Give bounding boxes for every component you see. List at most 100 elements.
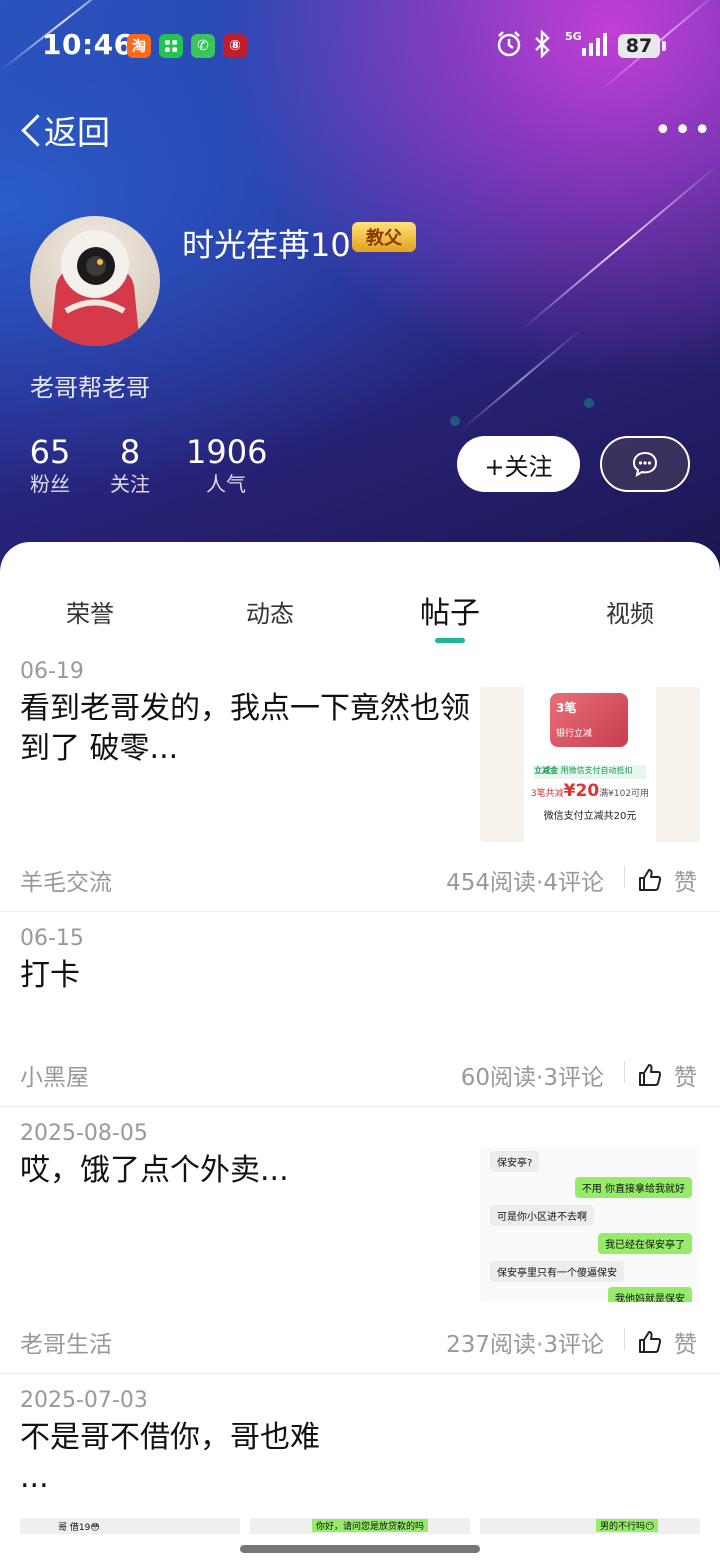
rank-badge[interactable]: 教父	[352, 222, 416, 252]
thumb-amount: ¥20	[563, 781, 600, 801]
camera-avatar-image	[50, 230, 140, 346]
post-image-thumbnail[interactable]: 你好，请问您是放贷款的吗	[250, 1518, 470, 1534]
divider	[624, 1061, 625, 1083]
chevron-left-icon	[20, 112, 40, 148]
post-title-continued: ...	[20, 1460, 49, 1495]
active-tab-indicator	[435, 638, 465, 643]
post-date: 2025-08-05	[20, 1121, 148, 1146]
bluetooth-icon	[535, 30, 550, 58]
post-stats: 237阅读·3评论	[446, 1332, 604, 1358]
post-thumbnail[interactable]: 保安亭? 不用 你直接拿给我就好 可是你小区进不去啊 我已经在保安亭了 保安亭里…	[480, 1147, 700, 1302]
list-item[interactable]: 06-15 打卡 小黑屋 60阅读·3评论 赞	[0, 922, 720, 1106]
decor-streak	[459, 327, 584, 432]
post-forum[interactable]: 小黑屋	[20, 1058, 89, 1092]
thumb-caption: 男的不行吗😶	[596, 1519, 659, 1532]
phone-icon: ✆	[191, 34, 215, 58]
thumb-tag-row: 立减金 用微信支付自动抵扣	[534, 765, 646, 779]
thumb-tag: 立减金	[534, 766, 558, 775]
like-label: 赞	[674, 870, 697, 896]
thumb-amount-pre: 3笔共减	[530, 789, 564, 799]
post-date: 06-19	[20, 659, 84, 684]
grid-glyph-icon	[165, 40, 177, 52]
tab-activity[interactable]: 动态	[210, 594, 330, 629]
post-stats: 454阅读·4评论	[446, 870, 604, 896]
thumb-tag-sub: 用微信支付自动抵扣	[560, 766, 633, 775]
stat-following[interactable]: 8 关注	[100, 434, 160, 498]
post-title: 看到老哥发的，我点一下竟然也领到了 破零...	[20, 691, 470, 766]
bank-card-image: 3笔 银行立减	[550, 693, 628, 747]
thumb-caption: 你好，请问您是放贷款的吗	[312, 1519, 429, 1532]
decor-streak	[519, 163, 720, 332]
like-button[interactable]: 赞	[638, 1325, 697, 1359]
thumb-amount-post: 满¥102可用	[599, 789, 650, 799]
thumb-caption: 哥 借19😳	[58, 1523, 100, 1533]
like-label: 赞	[674, 1332, 697, 1358]
tab-honors[interactable]: 荣誉	[30, 594, 150, 629]
stat-popularity[interactable]: 1906 人气	[186, 433, 268, 498]
profile-header: 10:46 淘 ✆ ⑧ 5G 87 返回 ••• 时光荏苒10 教父 老哥帮老哥…	[0, 0, 720, 580]
tab-videos[interactable]: 视频	[570, 594, 690, 629]
post-stats: 60阅读·3评论	[460, 1065, 604, 1091]
stat-value: 8	[119, 433, 141, 471]
card-count: 3笔	[556, 701, 577, 715]
stat-value: 1906	[186, 433, 268, 471]
like-label: 赞	[674, 1065, 697, 1091]
post-divider	[0, 911, 720, 912]
thumbs-up-icon	[639, 869, 662, 891]
decor-dot	[450, 416, 460, 426]
status-time: 10:46	[42, 28, 134, 61]
back-button[interactable]: 返回	[20, 106, 110, 154]
thumb-amount-line: 3笔共减¥20满¥102可用	[480, 781, 700, 801]
message-button[interactable]	[600, 436, 690, 492]
stat-fans[interactable]: 65 粉丝	[20, 434, 80, 498]
post-title: 打卡	[20, 958, 80, 993]
post-image-thumbnail[interactable]: 哥 借19😳	[20, 1518, 240, 1534]
card-text: 银行立减	[556, 729, 593, 739]
follow-button[interactable]: +关注	[457, 436, 580, 492]
divider	[624, 866, 625, 888]
bank-app-icon: ⑧	[223, 34, 247, 58]
chat-message: 保安亭?	[490, 1151, 540, 1172]
thumbs-up-icon	[639, 1331, 662, 1353]
list-item[interactable]: 06-19 看到老哥发的，我点一下竟然也领到了 破零... 3笔 银行立减 立减…	[0, 655, 720, 911]
decor-dot	[584, 398, 594, 408]
avatar[interactable]	[30, 216, 160, 346]
chat-bubble-icon	[632, 451, 658, 478]
like-button[interactable]: 赞	[638, 1058, 697, 1092]
divider	[624, 1328, 625, 1350]
username: 时光荏苒10	[182, 226, 351, 264]
post-title: 不是哥不借你，哥也难	[20, 1420, 320, 1455]
battery-indicator: 87	[618, 34, 666, 58]
stat-label: 粉丝	[30, 472, 70, 496]
post-date: 06-15	[20, 926, 84, 951]
home-indicator[interactable]	[240, 1545, 480, 1553]
post-image-thumbnail[interactable]: 男的不行吗😶	[480, 1518, 700, 1534]
app-grid-icon	[159, 34, 183, 58]
more-options-button[interactable]: •••	[654, 113, 713, 148]
post-divider	[0, 1373, 720, 1374]
chat-message: 可是你小区进不去啊	[490, 1205, 594, 1226]
user-signature: 老哥帮老哥	[30, 374, 150, 402]
stat-label: 人气	[206, 472, 246, 496]
post-title: 哎，饿了点个外卖...	[20, 1153, 289, 1188]
chat-message: 我他妈就是保安	[608, 1287, 692, 1302]
like-button[interactable]: 赞	[638, 863, 697, 897]
signal-icon	[582, 33, 607, 56]
alarm-icon	[497, 31, 521, 57]
thumbs-up-icon	[639, 1064, 662, 1086]
chat-message: 不用 你直接拿给我就好	[574, 1177, 692, 1198]
stat-value: 65	[29, 433, 71, 471]
post-forum[interactable]: 老哥生活	[20, 1325, 112, 1359]
chat-message: 我已经在保安亭了	[598, 1233, 692, 1254]
post-forum[interactable]: 羊毛交流	[20, 863, 112, 897]
tab-posts[interactable]: 帖子	[390, 588, 510, 632]
chat-message: 保安亭里只有一个傻逼保安	[490, 1261, 624, 1282]
post-thumbnail[interactable]: 3笔 银行立减 立减金 用微信支付自动抵扣 3笔共减¥20满¥102可用 微信支…	[480, 687, 700, 842]
tab-bar: 荣誉 动态 帖子 视频	[0, 572, 720, 652]
taobao-icon: 淘	[127, 34, 151, 58]
post-divider	[0, 1106, 720, 1107]
thumb-line-2: 微信支付立减共20元	[543, 811, 637, 822]
post-date: 2025-07-03	[20, 1388, 148, 1413]
list-item[interactable]: 2025-08-05 哎，饿了点个外卖... 保安亭? 不用 你直接拿给我就好 …	[0, 1117, 720, 1373]
status-bar: 10:46 淘 ✆ ⑧ 5G 87	[0, 20, 720, 72]
